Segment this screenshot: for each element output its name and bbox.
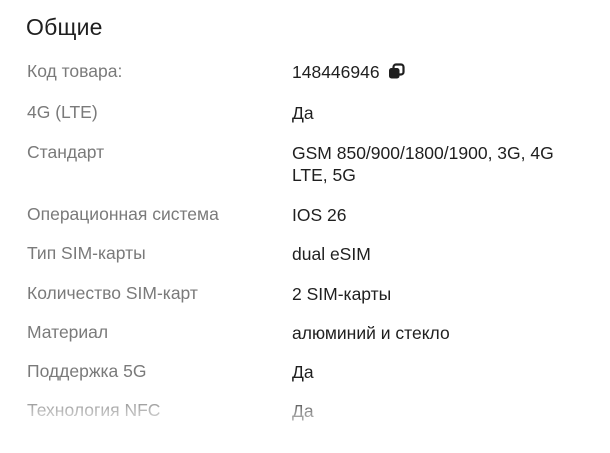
spec-label: Материал — [27, 322, 109, 342]
spec-label: Стандарт — [27, 142, 105, 162]
spec-label: Код товара: — [27, 61, 123, 81]
spec-value: IOS 26 — [292, 205, 347, 225]
spec-value: 148446946 — [292, 61, 592, 83]
spec-label: Поддержка 5G — [27, 361, 147, 381]
spec-label: Количество SIM-карт — [27, 283, 198, 303]
product-code-value: 148446946 — [292, 62, 380, 82]
spec-value: Да — [292, 362, 314, 382]
spec-label: Операционная система — [27, 204, 219, 224]
spec-value: GSM 850/900/1800/1900, 3G, 4G LTE, 5G — [292, 143, 554, 185]
copy-icon[interactable] — [388, 63, 405, 80]
spec-label: 4G (LTE) — [27, 102, 98, 122]
spec-value: алюминий и стекло — [292, 323, 450, 343]
spec-label: Технология NFC — [27, 400, 161, 420]
spec-value: Да — [292, 401, 314, 421]
spec-label: Тип SIM-карты — [27, 243, 146, 263]
spec-value: 2 SIM-карты — [292, 284, 392, 304]
spec-value: Да — [292, 103, 314, 123]
spec-value: dual eSIM — [292, 244, 371, 264]
section-title: Общие — [26, 14, 103, 40]
